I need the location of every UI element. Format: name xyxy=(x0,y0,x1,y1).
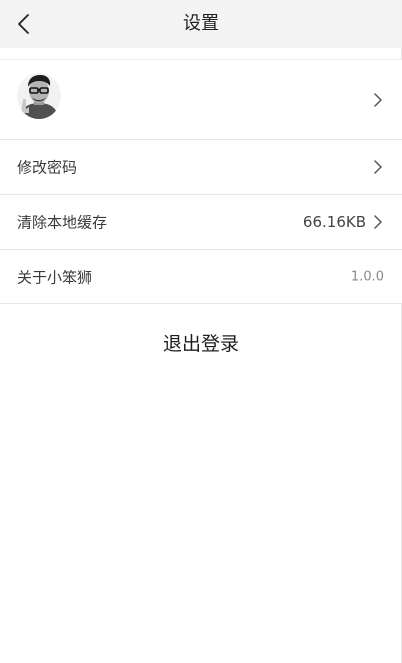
clear-cache-label: 清除本地缓存 xyxy=(17,213,108,232)
clear-cache-row[interactable]: 清除本地缓存 66.16KB xyxy=(0,195,402,250)
avatar[interactable] xyxy=(17,73,61,119)
profile-row[interactable] xyxy=(0,59,402,140)
chevron-right-icon xyxy=(372,159,384,175)
about-row[interactable]: 关于小笨狮 1.0.0 xyxy=(0,250,402,304)
logout-button[interactable]: 退出登录 xyxy=(0,318,402,370)
about-label: 关于小笨狮 xyxy=(17,268,93,286)
chevron-right-icon xyxy=(372,92,384,108)
version-value: 1.0.0 xyxy=(350,269,384,284)
settings-page: 设置 修改密码 清除本地缓存 66.16KB 关于小笨狮 1.0.0 退出登录 xyxy=(0,0,402,663)
page-title: 设置 xyxy=(183,13,219,34)
cache-size-value: 66.16KB xyxy=(302,213,366,231)
chevron-right-icon xyxy=(372,214,384,230)
nav-header: 设置 xyxy=(0,0,402,48)
change-password-label: 修改密码 xyxy=(17,158,78,177)
change-password-row[interactable]: 修改密码 xyxy=(0,140,402,195)
user-avatar-image xyxy=(17,73,61,119)
